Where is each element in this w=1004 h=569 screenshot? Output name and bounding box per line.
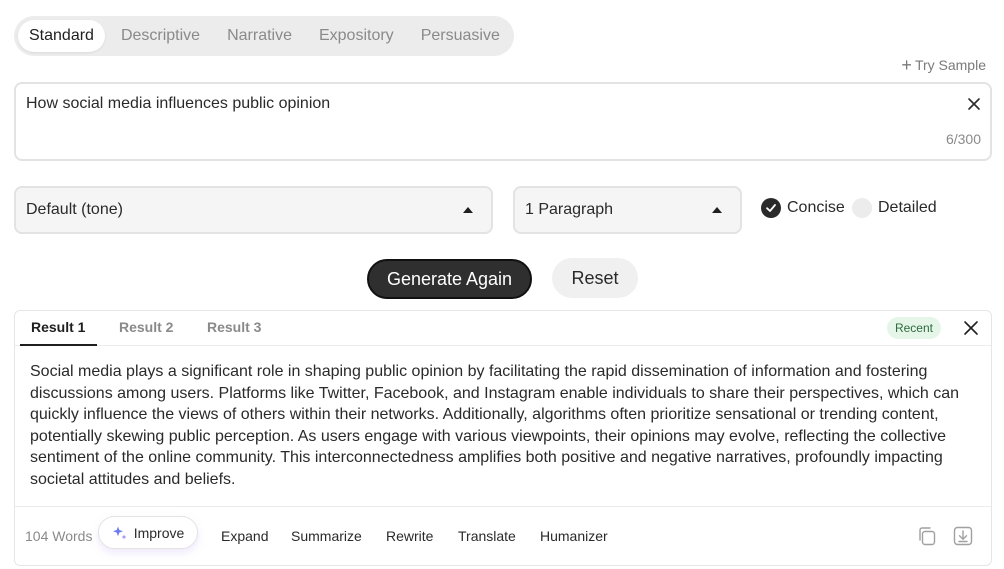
topic-input-value: How social media influences public opini…	[26, 95, 331, 112]
improve-button[interactable]: Improve	[98, 516, 198, 549]
result-header: Result 1 Result 2 Result 3 Recent	[15, 311, 991, 346]
download-icon[interactable]	[952, 525, 974, 547]
caret-up-icon	[712, 207, 722, 213]
check-icon	[761, 198, 781, 218]
translate-button[interactable]: Translate	[458, 528, 516, 544]
result-text: Social media plays a significant role in…	[30, 363, 960, 488]
tab-expository[interactable]: Expository	[308, 20, 405, 52]
rewrite-button[interactable]: Rewrite	[386, 528, 433, 544]
result-footer: 104 Words Improve Expand Summarize Rewri…	[15, 506, 991, 566]
tab-result-2[interactable]: Result 2	[119, 319, 173, 335]
humanizer-button[interactable]: Humanizer	[540, 528, 608, 544]
tab-descriptive[interactable]: Descriptive	[110, 20, 211, 52]
improve-label: Improve	[133, 524, 185, 541]
word-count: 104 Words	[25, 528, 93, 544]
close-icon[interactable]	[966, 96, 982, 112]
recent-badge: Recent	[886, 317, 941, 339]
character-counter: 6/300	[945, 131, 981, 147]
expand-button[interactable]: Expand	[221, 528, 268, 544]
active-tab-indicator	[20, 344, 97, 346]
sparkle-icon	[112, 526, 127, 539]
tab-persuasive[interactable]: Persuasive	[410, 20, 511, 52]
length-select[interactable]: 1 Paragraph	[513, 186, 742, 234]
tone-select-value: Default (tone)	[26, 201, 123, 218]
plus-icon: +	[901, 55, 912, 75]
copy-icon[interactable]	[916, 525, 938, 547]
try-sample-link[interactable]: + Try Sample	[901, 56, 986, 74]
reset-button[interactable]: Reset	[552, 258, 638, 298]
length-select-value: 1 Paragraph	[525, 201, 614, 218]
detailed-label: Detailed	[878, 199, 937, 216]
writing-type-tabs: Standard Descriptive Narrative Expositor…	[14, 16, 514, 56]
radio-unchecked-icon	[852, 198, 872, 218]
tab-standard[interactable]: Standard	[18, 20, 105, 52]
concise-label: Concise	[787, 199, 845, 216]
try-sample-label: Try Sample	[914, 57, 986, 73]
concise-radio[interactable]: Concise	[761, 198, 845, 218]
summarize-button[interactable]: Summarize	[291, 528, 362, 544]
tab-narrative[interactable]: Narrative	[216, 20, 303, 52]
topic-input[interactable]: How social media influences public opini…	[14, 82, 992, 161]
close-icon[interactable]	[963, 320, 979, 336]
caret-up-icon	[463, 207, 473, 213]
detailed-radio[interactable]: Detailed	[852, 198, 937, 218]
tab-result-3[interactable]: Result 3	[207, 319, 261, 335]
tone-select[interactable]: Default (tone)	[14, 186, 493, 234]
generate-again-button[interactable]: Generate Again	[367, 259, 532, 299]
tab-result-1[interactable]: Result 1	[31, 319, 85, 335]
result-card: Result 1 Result 2 Result 3 Recent Social…	[14, 310, 992, 566]
